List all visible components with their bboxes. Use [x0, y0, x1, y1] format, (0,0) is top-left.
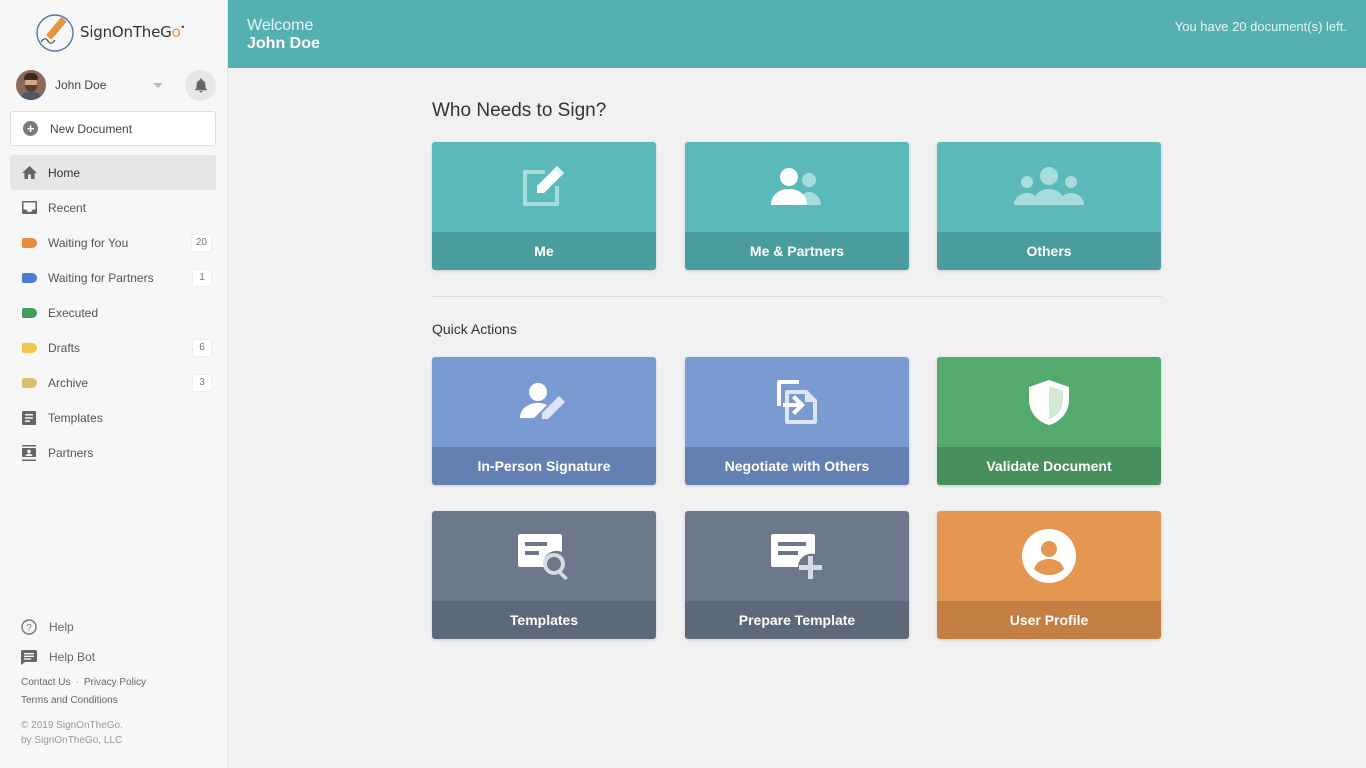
copyright: © 2019 SignOnTheGo. by SignOnTheGo, LLC	[21, 720, 123, 746]
logo-icon	[36, 14, 74, 52]
logo-text: SignOnTheGo•	[80, 23, 186, 41]
sidebar-nav: Home Recent Waiting for You 20 Waiting f…	[10, 155, 216, 470]
add-icon: +	[23, 121, 38, 136]
sign-me-and-partners-card[interactable]: Me & Partners	[685, 142, 909, 270]
home-icon	[21, 165, 37, 181]
sidebar-item-home[interactable]: Home	[10, 155, 216, 190]
new-document-button[interactable]: + New Document	[10, 111, 216, 146]
contact-us-link[interactable]: Contact Us	[21, 677, 70, 688]
svg-text:?: ?	[26, 623, 32, 634]
app-logo[interactable]: SignOnTheGo•	[33, 12, 185, 52]
template-search-icon	[518, 534, 568, 580]
validate-document-card[interactable]: Validate Document	[937, 357, 1161, 485]
welcome-user-name: John Doe	[247, 35, 320, 52]
group-icon	[1014, 167, 1084, 205]
privacy-policy-link[interactable]: Privacy Policy	[84, 677, 146, 688]
user-name: John Doe	[55, 78, 107, 92]
footer-links: Contact Us · Privacy Policy Terms and Cond…	[21, 677, 147, 706]
tag-icon	[21, 235, 37, 251]
sidebar-item-templates[interactable]: Templates	[10, 400, 216, 435]
sidebar-item-waiting-for-partners[interactable]: Waiting for Partners 1	[10, 260, 216, 295]
new-document-label: New Document	[50, 121, 133, 136]
user-profile-icon	[1022, 529, 1076, 583]
quick-actions-title: Quick Actions	[432, 321, 517, 337]
negotiate-icon	[777, 380, 817, 424]
user-profile-card[interactable]: User Profile	[937, 511, 1161, 639]
person-edit-icon	[520, 383, 565, 419]
inbox-icon	[21, 200, 37, 216]
sidebar-item-partners[interactable]: Partners	[10, 435, 216, 470]
bell-icon	[194, 78, 207, 92]
document-icon	[21, 410, 37, 426]
help-bot-link[interactable]: Help Bot	[21, 642, 221, 672]
count-badge: 20	[190, 233, 212, 252]
terms-link[interactable]: Terms and Conditions	[21, 695, 118, 706]
sign-me-card[interactable]: Me	[432, 142, 656, 270]
tag-icon	[21, 305, 37, 321]
sidebar-footer: ? Help Help Bot Contact Us · Privacy Polic…	[21, 612, 221, 748]
top-header: Welcome John Doe You have 20 document(s)…	[228, 0, 1366, 68]
help-link[interactable]: ? Help	[21, 612, 221, 642]
sidebar-item-drafts[interactable]: Drafts 6	[10, 330, 216, 365]
people-icon	[771, 168, 821, 205]
who-needs-to-sign-title: Who Needs to Sign?	[432, 100, 607, 121]
count-badge: 3	[192, 373, 212, 392]
shield-icon	[1029, 380, 1069, 425]
sidebar-item-archive[interactable]: Archive 3	[10, 365, 216, 400]
edit-icon	[523, 166, 564, 206]
count-badge: 1	[192, 268, 212, 287]
tag-icon	[21, 340, 37, 356]
in-person-signature-card[interactable]: In-Person Signature	[432, 357, 656, 485]
user-menu[interactable]: John Doe	[16, 69, 216, 101]
help-icon: ?	[21, 619, 37, 635]
negotiate-with-others-card[interactable]: Negotiate with Others	[685, 357, 909, 485]
sign-others-card[interactable]: Others	[937, 142, 1161, 270]
sidebar-item-recent[interactable]: Recent	[10, 190, 216, 225]
templates-card[interactable]: Templates	[432, 511, 656, 639]
chat-icon	[21, 649, 37, 665]
tag-icon	[21, 270, 37, 286]
avatar[interactable]	[16, 70, 46, 100]
notifications-button[interactable]	[185, 69, 216, 101]
sidebar: SignOnTheGo• John Doe + New Document Hom…	[0, 0, 228, 768]
prepare-template-card[interactable]: Prepare Template	[685, 511, 909, 639]
chevron-down-icon[interactable]	[153, 82, 163, 88]
section-divider	[432, 296, 1162, 297]
tag-icon	[21, 375, 37, 391]
count-badge: 6	[192, 338, 212, 357]
documents-left-status: You have 20 document(s) left.	[1174, 19, 1347, 34]
welcome-label: Welcome	[247, 17, 314, 34]
sidebar-item-executed[interactable]: Executed	[10, 295, 216, 330]
sidebar-item-waiting-for-you[interactable]: Waiting for You 20	[10, 225, 216, 260]
contacts-icon	[21, 444, 37, 461]
template-add-icon	[771, 534, 822, 579]
